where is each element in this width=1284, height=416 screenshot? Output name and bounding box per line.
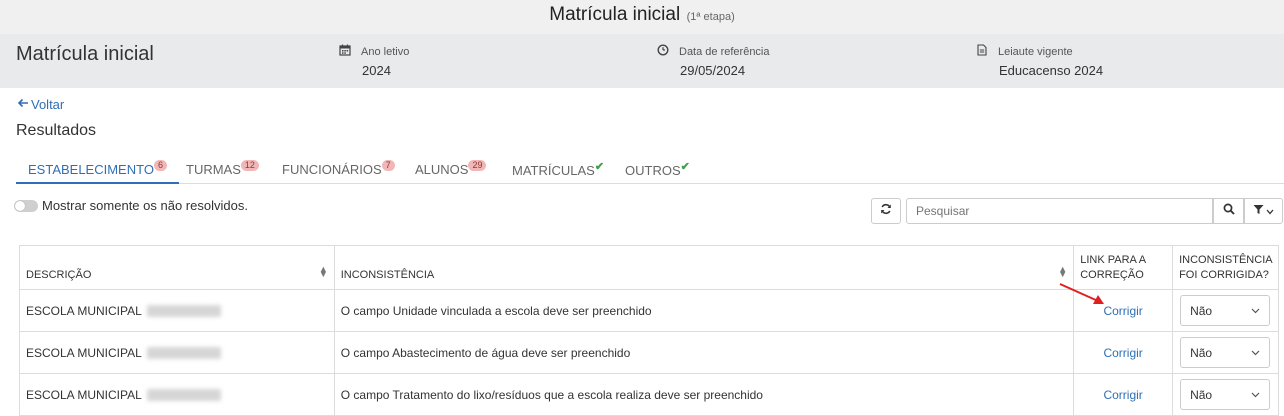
tab-label: ESTABELECIMENTO	[28, 162, 154, 177]
redacted-text	[146, 347, 221, 360]
header-label: INCONSISTÊNCIA	[340, 269, 435, 281]
back-link[interactable]: Voltar	[17, 97, 64, 112]
tab-alunos[interactable]: ALUNOS 29	[415, 150, 487, 184]
table-row: ESCOLA MUNICIPAL O campo Abastecimento d…	[19, 331, 1279, 374]
info-leiaute: Leiaute vigente Educacenso 2024	[976, 44, 1103, 78]
filter-button[interactable]	[1244, 198, 1283, 224]
header-label: DESCRIÇÃO	[26, 269, 92, 281]
tab-label: ALUNOS	[415, 162, 469, 177]
results-title: Resultados	[16, 122, 97, 139]
tab-bar: ESTABELECIMENTO 6 TURMAS 12 FUNCIONÁRIOS 7 …	[16, 150, 1284, 184]
cell-corrigida: Não	[1172, 331, 1279, 374]
filter-icon	[1253, 202, 1264, 220]
tab-badge: 29	[468, 160, 487, 171]
info-value: 2024	[362, 63, 391, 78]
corrected-select[interactable]: Não	[1180, 379, 1271, 410]
cell-inconsistencia: O campo Tratamento do lixo/resíduos que …	[333, 373, 1075, 416]
document-icon	[976, 44, 988, 59]
check-icon: ✔	[594, 161, 605, 173]
tab-badge: 7	[381, 160, 395, 171]
cell-inconsistencia: O campo Abastecimento de água deve ser p…	[333, 331, 1075, 374]
cell-descricao: ESCOLA MUNICIPAL	[19, 289, 335, 332]
cell-inconsistencia: O campo Unidade vinculada a escola deve …	[333, 289, 1075, 332]
inconsistencies-table: DESCRIÇÃO ▲ ▼ INCONSISTÊNCIA ▲ ▼ LINK PARA A…	[19, 245, 1279, 416]
header-label: LINK PARA A CORREÇÃO	[1080, 254, 1146, 281]
column-header-descricao[interactable]: DESCRIÇÃO ▲ ▼	[19, 245, 335, 290]
info-label: Data de referência	[679, 45, 770, 58]
cell-descricao: ESCOLA MUNICIPAL	[19, 331, 335, 374]
redacted-text	[146, 389, 221, 402]
corrected-select[interactable]: Não	[1180, 295, 1271, 326]
info-value: 29/05/2024	[680, 63, 746, 78]
info-value: Educacenso 2024	[999, 63, 1104, 78]
redacted-text	[146, 305, 221, 318]
search-icon	[1223, 202, 1235, 220]
top-subtitle: (1ª etapa)	[686, 11, 735, 23]
info-label: Leiaute vigente	[998, 45, 1073, 58]
chevron-down-icon	[1251, 350, 1260, 355]
column-header-corrigida: INCONSISTÊNCIA FOI CORRIGIDA?	[1172, 245, 1279, 290]
info-data-referencia: Data de referência 29/05/2024	[657, 44, 770, 78]
school-name: ESCOLA MUNICIPAL	[26, 345, 142, 360]
sort-icon: ▲ ▼	[318, 264, 328, 279]
sort-icon: ▲ ▼	[1058, 264, 1068, 279]
info-bar: Matrícula inicial Ano letivo 2024 Data d…	[0, 34, 1284, 88]
tab-label: TURMAS	[186, 162, 241, 177]
corrected-select[interactable]: Não	[1180, 337, 1271, 368]
cell-corrigida: Não	[1172, 373, 1279, 416]
tab-estabelecimento[interactable]: ESTABELECIMENTO 6	[16, 150, 179, 184]
tab-label: MATRÍCULAS	[512, 163, 595, 178]
chevron-down-icon	[1266, 202, 1274, 220]
arrow-left-icon	[17, 97, 29, 112]
tab-label: FUNCIONÁRIOS	[282, 162, 382, 177]
tab-badge: 6	[153, 160, 167, 171]
check-icon: ✔	[680, 161, 690, 173]
unresolved-toggle[interactable]	[14, 199, 38, 212]
top-title: Matrícula inicial	[549, 4, 681, 25]
school-name: ESCOLA MUNICIPAL	[26, 303, 142, 318]
school-name: ESCOLA MUNICIPAL	[26, 387, 142, 402]
back-label: Voltar	[31, 97, 65, 112]
refresh-button[interactable]	[871, 198, 901, 224]
cell-descricao: ESCOLA MUNICIPAL	[19, 373, 335, 416]
calendar-icon	[339, 44, 351, 59]
select-value: Não	[1190, 345, 1213, 360]
unresolved-filter: Mostrar somente os não resolvidos.	[14, 198, 248, 213]
unresolved-toggle-label: Mostrar somente os não resolvidos.	[42, 198, 248, 213]
tab-label: OUTROS	[625, 163, 681, 178]
tab-badge: 12	[240, 160, 259, 171]
tab-turmas[interactable]: TURMAS 12	[186, 150, 259, 184]
info-label: Ano letivo	[361, 45, 410, 58]
top-title-bar: Matrícula inicial (1ª etapa)	[0, 0, 1284, 34]
table-row: ESCOLA MUNICIPAL O campo Tratamento do l…	[19, 373, 1279, 416]
select-value: Não	[1190, 303, 1213, 318]
info-ano-letivo: Ano letivo 2024	[339, 44, 409, 78]
cell-corrigida: Não	[1172, 289, 1279, 332]
search-input[interactable]	[906, 198, 1213, 224]
search-button[interactable]	[1213, 198, 1244, 224]
tab-outros[interactable]: OUTROS✔	[625, 150, 690, 184]
chevron-down-icon	[1251, 308, 1260, 313]
cell-link: Corrigir	[1073, 373, 1174, 416]
chevron-down-icon	[1251, 392, 1260, 397]
select-value: Não	[1190, 387, 1213, 402]
header-label: INCONSISTÊNCIA FOI CORRIGIDA?	[1179, 254, 1272, 281]
refresh-icon	[880, 202, 892, 220]
corrigir-link[interactable]: Corrigir	[1080, 388, 1166, 402]
annotation-arrow	[1059, 283, 1104, 304]
corrigir-link[interactable]: Corrigir	[1080, 346, 1166, 360]
tab-funcionarios[interactable]: FUNCIONÁRIOS 7	[282, 150, 395, 184]
cell-link: Corrigir	[1073, 331, 1174, 374]
page-title: Matrícula inicial	[16, 43, 154, 65]
column-header-inconsistencia[interactable]: INCONSISTÊNCIA ▲ ▼	[333, 245, 1075, 290]
tab-matriculas[interactable]: MATRÍCULAS✔	[512, 150, 604, 184]
clock-icon	[657, 44, 669, 59]
